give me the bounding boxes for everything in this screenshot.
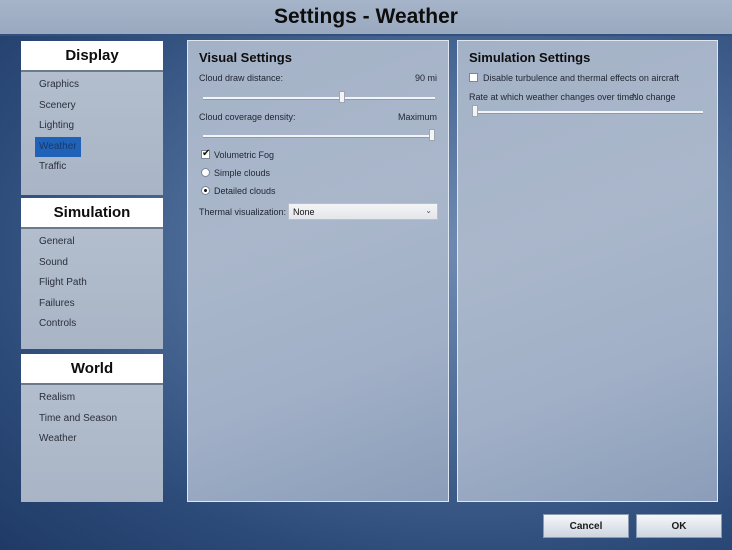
- category-header-display: Display: [21, 41, 163, 72]
- sidebar-item-graphics[interactable]: Graphics: [35, 75, 83, 96]
- sidebar-item-general[interactable]: General: [35, 232, 79, 253]
- check-icon: ✔: [202, 148, 211, 159]
- cloud-draw-distance-thumb[interactable]: [338, 91, 345, 103]
- simulation-settings-panel: Simulation Settings Disable turbulence a…: [457, 40, 718, 502]
- cloud-coverage-thumb[interactable]: [429, 129, 435, 141]
- detailed-clouds-radio[interactable]: [201, 186, 210, 195]
- thermal-visualization-value: None: [293, 207, 315, 217]
- sidebar-item-weather-world[interactable]: Weather: [35, 429, 81, 450]
- sidebar-item-failures[interactable]: Failures: [35, 294, 79, 315]
- simulation-settings-title: Simulation Settings: [469, 50, 591, 65]
- sidebar-item-weather-display[interactable]: Weather: [35, 136, 81, 157]
- category-header-world: World: [21, 354, 163, 385]
- cloud-coverage-slider[interactable]: [203, 135, 435, 137]
- sidebar-item-realism[interactable]: Realism: [35, 388, 79, 409]
- cloud-coverage-label: Cloud coverage density:: [199, 112, 296, 122]
- category-display: Display Graphics Scenery Lighting Weathe…: [21, 41, 163, 195]
- chevron-down-icon: ⌄: [425, 206, 432, 215]
- ok-button[interactable]: OK: [636, 514, 722, 538]
- cloud-coverage-value: Maximum: [397, 112, 437, 122]
- simple-clouds-label[interactable]: Simple clouds: [214, 168, 270, 178]
- weather-rate-value: No change: [632, 92, 676, 102]
- visual-settings-title: Visual Settings: [199, 50, 292, 65]
- category-simulation: Simulation General Sound Flight Path Fai…: [21, 198, 163, 349]
- window-title: Settings - Weather: [274, 5, 458, 28]
- sidebar-item-controls[interactable]: Controls: [35, 314, 80, 335]
- sidebar-item-time-and-season[interactable]: Time and Season: [35, 409, 121, 430]
- weather-rate-thumb[interactable]: [472, 105, 478, 117]
- volumetric-fog-label[interactable]: Volumetric Fog: [214, 150, 274, 160]
- volumetric-fog-checkbox[interactable]: ✔: [201, 148, 211, 159]
- sidebar-item-traffic[interactable]: Traffic: [35, 157, 70, 178]
- sidebar-item-flight-path[interactable]: Flight Path: [35, 273, 91, 294]
- disable-turbulence-label[interactable]: Disable turbulence and thermal effects o…: [483, 73, 679, 83]
- cloud-draw-distance-label: Cloud draw distance:: [199, 73, 284, 83]
- sidebar-item-sound[interactable]: Sound: [35, 253, 72, 274]
- thermal-visualization-label: Thermal visualization:: [199, 207, 287, 217]
- category-list-world: Realism Time and Season Weather: [21, 385, 163, 502]
- visual-settings-panel: Visual Settings Cloud draw distance: 90 …: [187, 40, 449, 502]
- detailed-clouds-label[interactable]: Detailed clouds: [214, 186, 276, 196]
- category-list-display: Graphics Scenery Lighting Weather Traffi…: [21, 72, 163, 195]
- category-list-simulation: General Sound Flight Path Failures Contr…: [21, 229, 163, 349]
- title-bar: Settings - Weather: [0, 0, 732, 36]
- category-world: World Realism Time and Season Weather: [21, 354, 163, 502]
- thermal-visualization-select[interactable]: None ⌄: [288, 203, 438, 220]
- simple-clouds-radio[interactable]: [201, 168, 210, 177]
- disable-turbulence-checkbox[interactable]: [469, 73, 478, 82]
- sidebar-item-lighting[interactable]: Lighting: [35, 116, 78, 137]
- sidebar-item-scenery[interactable]: Scenery: [35, 96, 80, 117]
- cloud-draw-distance-value: 90 mi: [414, 73, 437, 83]
- cloud-draw-distance-slider[interactable]: [203, 97, 435, 99]
- weather-rate-slider[interactable]: [472, 111, 703, 113]
- cancel-button[interactable]: Cancel: [543, 514, 629, 538]
- category-header-simulation: Simulation: [21, 198, 163, 229]
- weather-rate-label: Rate at which weather changes over time:: [469, 92, 637, 102]
